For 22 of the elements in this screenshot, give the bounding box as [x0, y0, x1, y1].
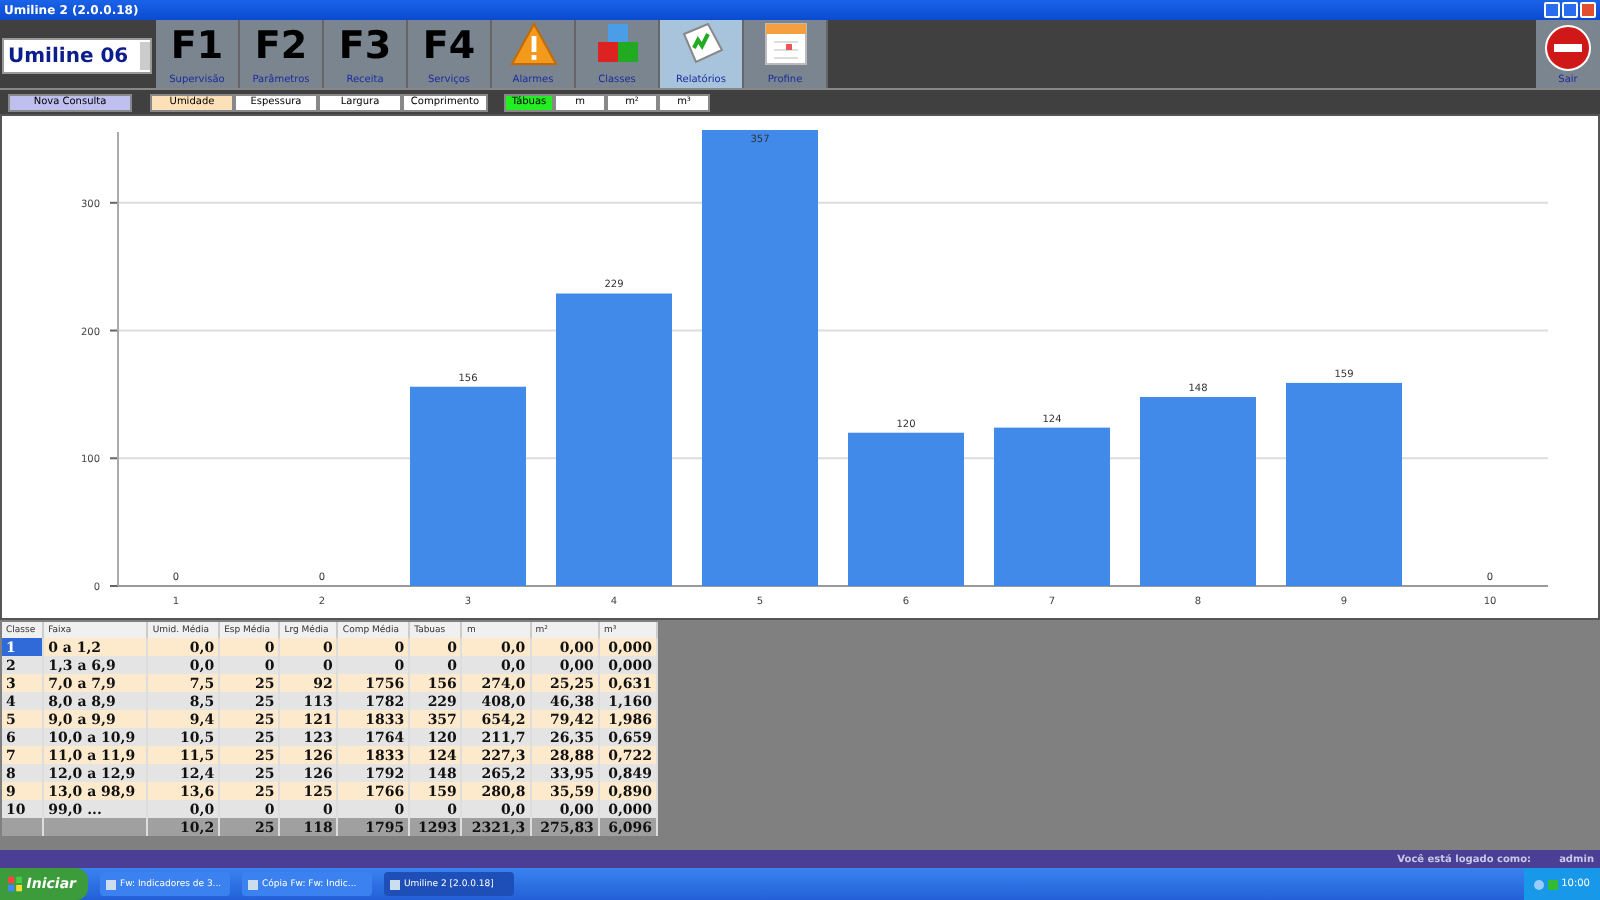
- key-label: F2: [254, 22, 308, 70]
- dropdown-value: Umiline 06: [8, 45, 129, 67]
- window-icon: [248, 879, 258, 889]
- calendar-icon: [761, 22, 809, 66]
- key-label: F4: [422, 22, 476, 70]
- tick-mark: [109, 585, 119, 587]
- no-entry-icon: [1544, 24, 1592, 72]
- machine-dropdown[interactable]: Umiline 06: [2, 38, 152, 74]
- windows-logo-icon: [8, 876, 23, 892]
- window-icon: [390, 879, 400, 889]
- tick-mark: [109, 201, 119, 204]
- tick-mark: [109, 457, 119, 460]
- key-label: F1: [170, 22, 224, 70]
- report-icon: [677, 22, 725, 66]
- window-icon: [106, 879, 116, 889]
- key-label: F3: [338, 22, 392, 70]
- minimize-button[interactable]: [1544, 2, 1560, 18]
- restore-button[interactable]: [1562, 2, 1578, 18]
- cubes-icon: [593, 22, 641, 66]
- close-button[interactable]: [1580, 2, 1596, 18]
- tick-mark: [109, 329, 119, 332]
- warning-icon: [509, 22, 557, 66]
